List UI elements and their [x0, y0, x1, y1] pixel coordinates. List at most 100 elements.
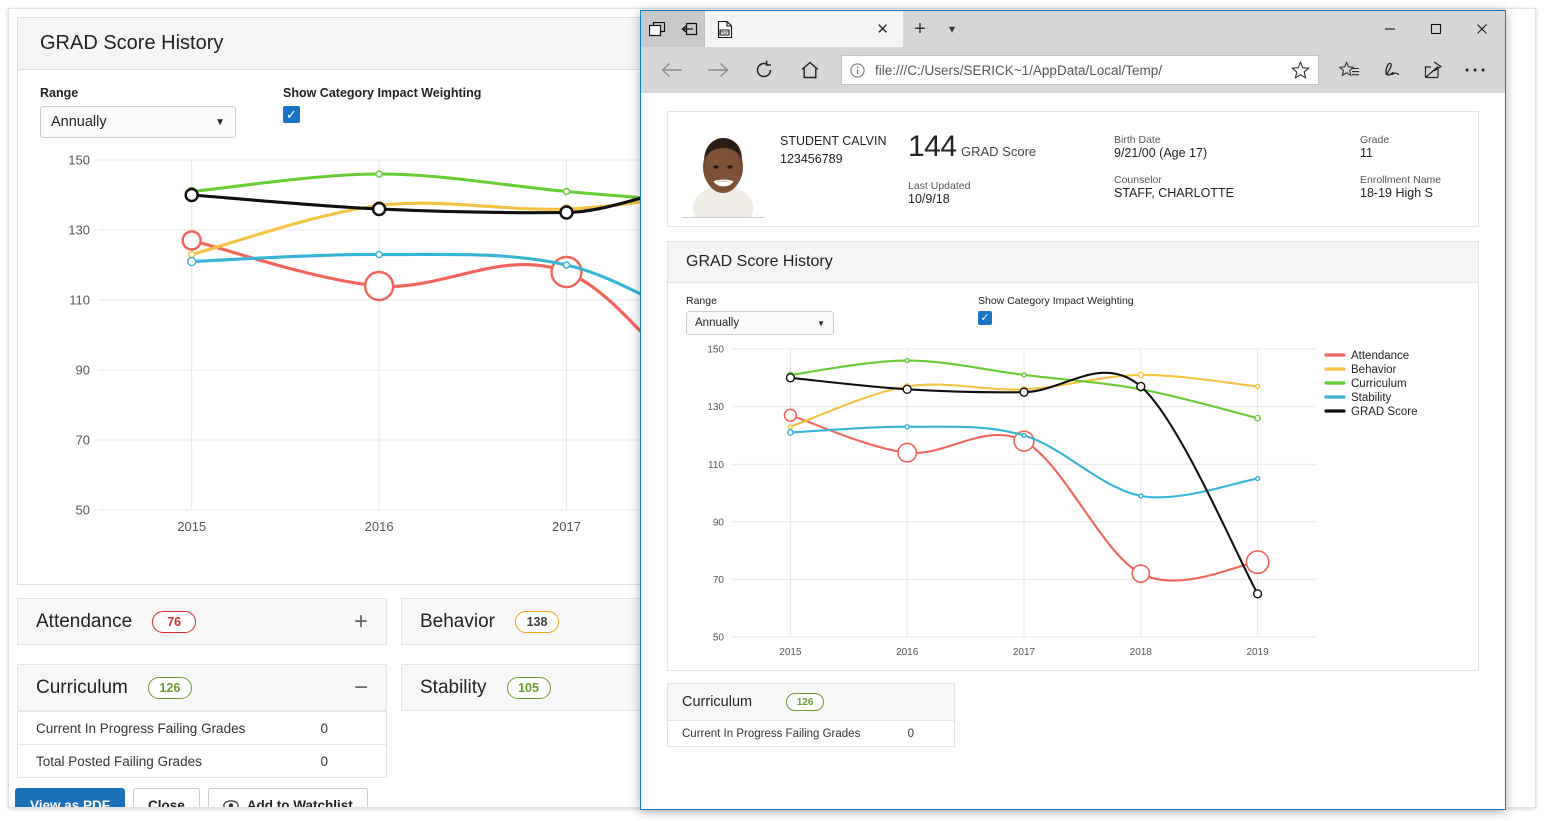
- inner-panel-title: GRAD Score History: [668, 242, 1478, 283]
- table-row: Current In Progress Failing Grades 0: [668, 720, 954, 746]
- more-icon[interactable]: [1455, 51, 1495, 89]
- row-label: Current In Progress Failing Grades: [36, 720, 246, 736]
- check-icon: ✓: [980, 311, 990, 324]
- back-arrow-icon[interactable]: [651, 51, 693, 89]
- tabs-restore-icon[interactable]: [673, 11, 705, 47]
- inner-range-label: Range: [686, 295, 717, 307]
- category-card-attendance[interactable]: Attendance 76 +: [17, 598, 387, 645]
- svg-text:50: 50: [76, 503, 90, 518]
- category-name: Curriculum: [36, 676, 128, 698]
- add-to-watchlist-label: Add to Watchlist: [246, 797, 353, 808]
- avatar: [682, 122, 764, 218]
- page-content: STUDENT CALVIN 123456789 144 GRAD Score …: [641, 93, 1505, 809]
- eye-icon: [223, 799, 239, 807]
- new-tab-button[interactable]: +: [903, 11, 937, 47]
- last-updated-label: Last Updated: [908, 180, 971, 192]
- browser-tab-bar: PDF ✕ + ▾: [641, 11, 1505, 47]
- svg-text:2016: 2016: [365, 519, 394, 534]
- share-icon[interactable]: [1413, 51, 1453, 89]
- favorites-hub-icon[interactable]: [1329, 51, 1369, 89]
- svg-text:150: 150: [707, 345, 724, 356]
- forward-arrow-icon[interactable]: [697, 51, 739, 89]
- address-bar[interactable]: file:///C:/Users/SERICK~1/AppData/Local/…: [841, 55, 1319, 85]
- svg-text:Curriculum: Curriculum: [1351, 378, 1407, 390]
- window-controls: [1367, 11, 1505, 47]
- expand-icon[interactable]: +: [354, 609, 368, 634]
- inner-range-select-value: Annually: [695, 317, 740, 329]
- url-text: file:///C:/Users/SERICK~1/AppData/Local/…: [875, 62, 1162, 78]
- action-bar: View as PDF Close Add to Watchlist: [15, 788, 368, 808]
- inner-weighting-checkbox[interactable]: ✓: [978, 311, 992, 325]
- curriculum-detail-rows: Current In Progress Failing Grades 0 Tot…: [17, 711, 387, 778]
- svg-text:110: 110: [708, 460, 724, 471]
- view-as-pdf-button[interactable]: View as PDF: [15, 788, 126, 808]
- category-name: Attendance: [36, 610, 133, 632]
- close-label: Close: [148, 797, 185, 808]
- svg-text:2016: 2016: [896, 647, 919, 658]
- browser-tab[interactable]: PDF ✕: [705, 11, 903, 47]
- collapse-icon[interactable]: −: [354, 675, 368, 700]
- close-button[interactable]: Close: [133, 788, 200, 808]
- svg-text:2018: 2018: [1130, 647, 1153, 658]
- maximize-button[interactable]: [1413, 11, 1459, 47]
- svg-text:Behavior: Behavior: [1351, 364, 1397, 376]
- inner-weighting-label: Show Category Impact Weighting: [978, 295, 1134, 307]
- close-tab-icon[interactable]: ✕: [868, 20, 897, 38]
- home-icon[interactable]: [789, 51, 831, 89]
- status-badge: 105: [506, 676, 551, 699]
- inner-category-card-curriculum[interactable]: Curriculum 126 Current In Progress Faili…: [667, 683, 955, 747]
- chevron-down-icon[interactable]: ▾: [937, 11, 967, 47]
- svg-text:PDF: PDF: [720, 30, 729, 35]
- inner-range-select[interactable]: Annually ▼: [686, 311, 834, 335]
- svg-text:2015: 2015: [177, 519, 206, 534]
- grade-label: Grade: [1360, 134, 1390, 146]
- web-note-icon[interactable]: [1371, 51, 1411, 89]
- tabs-aside-icon[interactable]: [641, 11, 673, 47]
- range-label: Range: [40, 86, 79, 100]
- row-label: Current In Progress Failing Grades: [682, 727, 861, 740]
- view-as-pdf-label: View as PDF: [30, 797, 111, 808]
- check-icon: ✓: [286, 107, 297, 122]
- birth-date-value: 9/21/00 (Age 17): [1114, 146, 1208, 160]
- table-row: Total Posted Failing Grades 0: [18, 744, 386, 777]
- range-control: Range Annually ▼: [40, 86, 283, 138]
- grad-score-label: GRAD Score: [961, 144, 1037, 159]
- grad-score-value: 144: [908, 130, 957, 163]
- student-id: 123456789: [780, 152, 843, 166]
- svg-text:2019: 2019: [1246, 647, 1269, 658]
- status-badge: 76: [152, 610, 197, 633]
- svg-text:70: 70: [713, 575, 725, 586]
- pdf-icon: PDF: [717, 20, 733, 38]
- birth-date-label: Birth Date: [1114, 134, 1161, 146]
- add-to-watchlist-button[interactable]: Add to Watchlist: [207, 788, 368, 808]
- student-summary-card: STUDENT CALVIN 123456789 144 GRAD Score …: [667, 111, 1479, 227]
- svg-text:110: 110: [69, 293, 90, 308]
- category-name: Behavior: [420, 610, 495, 632]
- svg-text:GRAD Score: GRAD Score: [1351, 406, 1417, 418]
- svg-text:70: 70: [76, 433, 90, 448]
- category-name: Stability: [420, 676, 487, 698]
- chevron-down-icon: ▼: [817, 318, 825, 328]
- weighting-label: Show Category Impact Weighting: [283, 86, 482, 100]
- row-value: 0: [907, 727, 914, 740]
- svg-text:2017: 2017: [1013, 647, 1036, 658]
- range-select[interactable]: Annually ▼: [40, 106, 236, 138]
- svg-text:130: 130: [68, 223, 90, 238]
- inner-weighting-control: Show Category Impact Weighting ✓: [978, 295, 1134, 335]
- category-name: Curriculum: [682, 694, 753, 710]
- close-button[interactable]: [1459, 11, 1505, 47]
- range-select-value: Annually: [51, 114, 107, 130]
- minimize-button[interactable]: [1367, 11, 1413, 47]
- chevron-down-icon: ▼: [215, 116, 225, 128]
- refresh-icon[interactable]: [743, 51, 785, 89]
- svg-text:130: 130: [707, 402, 724, 413]
- category-card-curriculum[interactable]: Curriculum 126 −: [17, 664, 387, 711]
- star-icon[interactable]: [1291, 60, 1310, 80]
- svg-text:Stability: Stability: [1351, 392, 1392, 404]
- browser-nav-bar: file:///C:/Users/SERICK~1/AppData/Local/…: [641, 47, 1505, 93]
- svg-text:2017: 2017: [552, 519, 581, 534]
- row-label: Total Posted Failing Grades: [36, 753, 202, 769]
- weighting-checkbox[interactable]: ✓: [283, 106, 300, 123]
- svg-text:50: 50: [713, 633, 725, 644]
- student-name: STUDENT CALVIN: [780, 134, 887, 148]
